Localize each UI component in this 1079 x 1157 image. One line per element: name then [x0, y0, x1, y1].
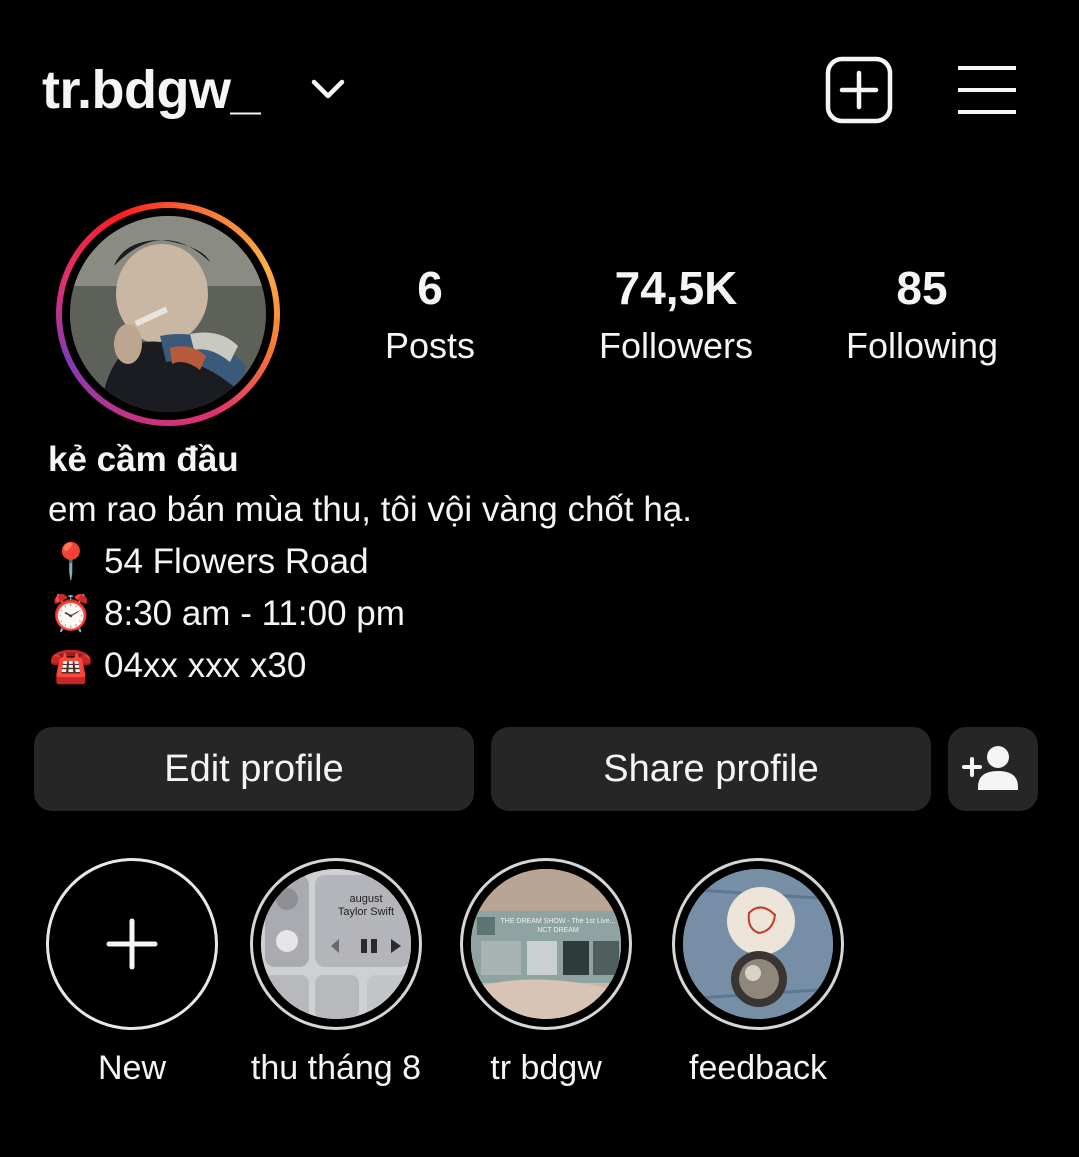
highlight-cover[interactable]: august Taylor Swift: [250, 858, 422, 1030]
posts-stat[interactable]: 6 Posts: [320, 258, 540, 370]
hamburger-menu-icon[interactable]: [956, 64, 1018, 116]
username-title[interactable]: tr.bdgw_: [42, 58, 261, 122]
chevron-down-icon[interactable]: [308, 72, 348, 108]
plus-icon: [106, 918, 158, 970]
music-share-art: [471, 869, 621, 1019]
control-center-art: [261, 869, 411, 1019]
track-artist: NCT DREAM: [537, 927, 579, 934]
following-count: 85: [896, 262, 948, 314]
music-share-cover: THE DREAM SHOW - The 1st Live... NCT DRE…: [471, 869, 621, 1019]
plus-square-icon[interactable]: [825, 56, 893, 124]
avatar-photo-art: [70, 216, 266, 412]
song-info: august Taylor Swift: [323, 893, 409, 919]
control-center-cover: august Taylor Swift: [261, 869, 411, 1019]
followers-label: Followers: [598, 325, 754, 366]
share-profile-button[interactable]: Share profile: [491, 727, 931, 811]
denim-pins-art: [683, 869, 833, 1019]
song-title: august: [349, 893, 383, 905]
new-highlight-circle[interactable]: [46, 858, 218, 1030]
avatar-ring-gap: [62, 208, 274, 420]
highlight-label: thu tháng 8: [250, 1049, 422, 1087]
denim-pins-cover: [683, 869, 833, 1019]
highlight-label: tr bdgw: [490, 1049, 602, 1087]
highlight-item[interactable]: feedback: [658, 858, 858, 1088]
location-text: 54 Flowers Road: [104, 542, 369, 581]
pin-icon: 📍: [49, 542, 93, 582]
track-title: THE DREAM SHOW - The 1st Live...: [500, 918, 616, 925]
bio-hours: ⏰ 8:30 am - 11:00 pm: [48, 588, 1038, 640]
following-label: Following: [845, 325, 999, 366]
followers-count: 74,5K: [614, 262, 738, 314]
followers-stat[interactable]: 74,5K Followers: [566, 258, 786, 370]
bio-location: 📍 54 Flowers Road: [48, 536, 1038, 588]
track-info: THE DREAM SHOW - The 1st Live... NCT DRE…: [499, 917, 617, 935]
bio-phone: ☎️ 04xx xxx x30: [48, 640, 1038, 692]
phone-text: 04xx xxx x30: [104, 646, 307, 685]
posts-count: 6: [417, 262, 443, 314]
highlight-new[interactable]: New: [32, 858, 232, 1088]
alarm-clock-icon: ⏰: [49, 594, 93, 634]
discover-people-button[interactable]: [948, 727, 1038, 811]
add-person-icon: [962, 746, 1018, 790]
highlight-item[interactable]: THE DREAM SHOW - The 1st Live... NCT DRE…: [446, 858, 646, 1088]
highlight-label: feedback: [689, 1049, 827, 1087]
highlight-cover[interactable]: THE DREAM SHOW - The 1st Live... NCT DRE…: [460, 858, 632, 1030]
display-name: kẻ cầm đầu: [48, 440, 239, 479]
edit-profile-button[interactable]: Edit profile: [34, 727, 474, 811]
hours-text: 8:30 am - 11:00 pm: [104, 594, 405, 633]
highlight-cover[interactable]: [672, 858, 844, 1030]
profile-bio: kẻ cầm đầu em rao bán mùa thu, tôi vội v…: [48, 436, 1038, 692]
avatar-story-ring[interactable]: [56, 202, 280, 426]
posts-label: Posts: [384, 325, 476, 366]
highlight-item[interactable]: august Taylor Swift thu tháng 8: [236, 858, 436, 1088]
following-stat[interactable]: 85 Following: [812, 258, 1032, 370]
profile-header: tr.bdgw_: [0, 0, 1079, 180]
avatar: [70, 216, 266, 412]
telephone-icon: ☎️: [49, 646, 93, 686]
song-artist: Taylor Swift: [337, 906, 395, 918]
bio-tagline: em rao bán mùa thu, tôi vội vàng chốt hạ…: [48, 490, 692, 529]
highlight-label: New: [97, 1049, 167, 1087]
